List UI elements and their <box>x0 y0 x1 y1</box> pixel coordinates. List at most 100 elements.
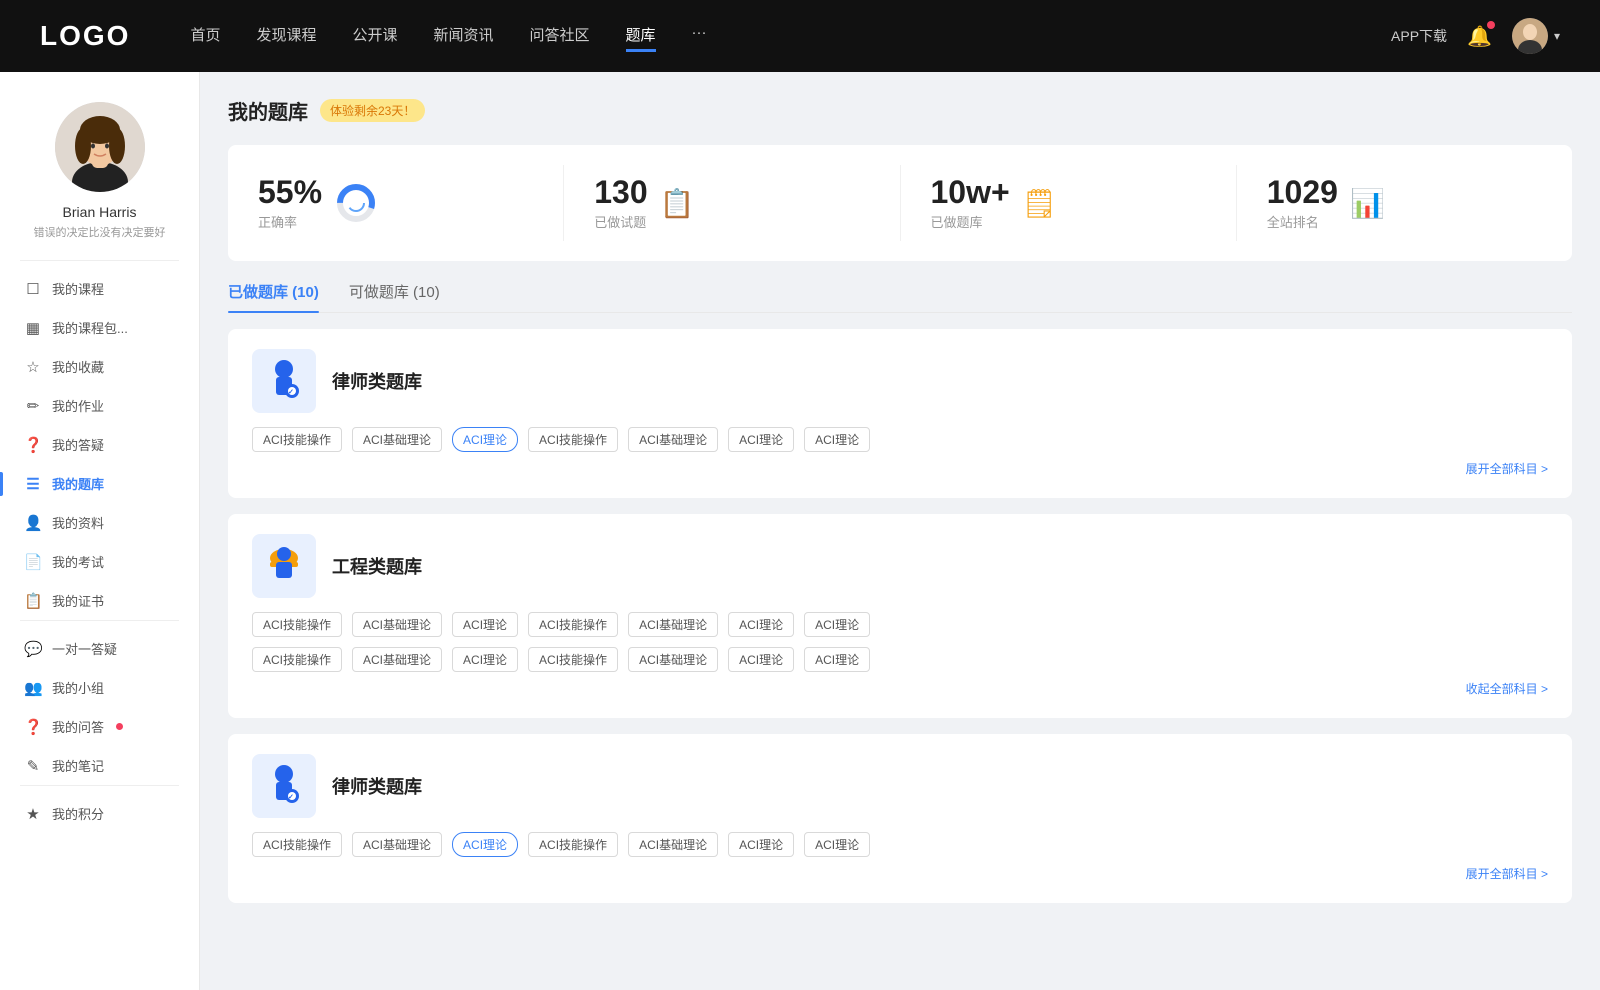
sidebar-item-notes[interactable]: ✎ 我的笔记 <box>0 746 199 785</box>
tag[interactable]: ACI基础理论 <box>628 427 718 452</box>
sidebar-item-homework[interactable]: ✏ 我的作业 <box>0 386 199 425</box>
sidebar-item-label: 一对一答疑 <box>52 639 117 658</box>
tag[interactable]: ACI技能操作 <box>528 612 618 637</box>
sidebar-item-label: 我的课程 <box>52 279 104 298</box>
nav-link-news[interactable]: 新闻资讯 <box>434 20 494 52</box>
nav-link-discover[interactable]: 发现课程 <box>256 20 316 52</box>
stat-accuracy-label: 正确率 <box>258 212 322 231</box>
tag[interactable]: ACI理论 <box>728 647 794 672</box>
tag-active[interactable]: ACI理论 <box>452 832 518 857</box>
stat-done-banks-text: 10w+ 已做题库 <box>931 175 1010 231</box>
expand-link-lawyer-1[interactable]: 展开全部科目 > <box>1466 462 1548 476</box>
sidebar-item-qa-answers[interactable]: ❓ 我的答疑 <box>0 425 199 464</box>
sidebar-item-label: 我的资料 <box>52 513 104 532</box>
stat-done-questions-value: 130 <box>594 175 647 210</box>
stat-done-banks-value: 10w+ <box>931 175 1010 210</box>
tag[interactable]: ACI技能操作 <box>252 427 342 452</box>
nav-link-questionbank[interactable]: 题库 <box>626 20 656 52</box>
tab-done-banks[interactable]: 已做题库 (10) <box>228 281 319 312</box>
sidebar-item-my-courses[interactable]: ☐ 我的课程 <box>0 269 199 308</box>
sidebar-item-points[interactable]: ★ 我的积分 <box>0 794 199 833</box>
user-avatar-menu[interactable]: ▾ <box>1512 18 1560 54</box>
tag[interactable]: ACI基础理论 <box>628 612 718 637</box>
sidebar-item-certificate[interactable]: 📋 我的证书 <box>0 581 199 620</box>
tag[interactable]: ACI理论 <box>452 647 518 672</box>
stat-rank-text: 1029 全站排名 <box>1267 175 1338 231</box>
tag[interactable]: ACI理论 <box>452 612 518 637</box>
tag[interactable]: ACI技能操作 <box>528 647 618 672</box>
nav-right: APP下载 🔔 ▾ <box>1391 18 1560 54</box>
nav-link-opencourse[interactable]: 公开课 <box>352 20 397 52</box>
tag-active[interactable]: ACI理论 <box>452 427 518 452</box>
tag[interactable]: ACI基础理论 <box>352 832 442 857</box>
sidebar-item-label: 我的证书 <box>52 591 104 610</box>
qbank-tags-engineer-row1: ACI技能操作 ACI基础理论 ACI理论 ACI技能操作 ACI基础理论 AC… <box>252 612 1548 637</box>
tag[interactable]: ACI技能操作 <box>252 832 342 857</box>
star-icon: ☆ <box>24 358 42 376</box>
tag[interactable]: ACI理论 <box>804 612 870 637</box>
collapse-link-engineer[interactable]: 收起全部科目 > <box>1466 682 1548 696</box>
qbank-icon-lawyer-1: ✓ <box>252 349 316 413</box>
sidebar-item-label: 我的题库 <box>52 474 104 493</box>
tag[interactable]: ACI理论 <box>804 427 870 452</box>
qbank-footer-lawyer-2: 展开全部科目 > <box>252 865 1548 883</box>
sidebar-item-groups[interactable]: 👥 我的小组 <box>0 668 199 707</box>
sidebar-item-course-package[interactable]: ▦ 我的课程包... <box>0 308 199 347</box>
sidebar-item-profile[interactable]: 👤 我的资料 <box>0 503 199 542</box>
tag[interactable]: ACI技能操作 <box>528 427 618 452</box>
tag[interactable]: ACI基础理论 <box>628 832 718 857</box>
notification-bell[interactable]: 🔔 <box>1467 24 1492 49</box>
nav-link-home[interactable]: 首页 <box>190 20 220 52</box>
qbank-icon-lawyer-2: ✓ <box>252 754 316 818</box>
list-icon: 🗒 <box>1022 187 1058 220</box>
qa-icon: ❓ <box>24 436 42 454</box>
tag[interactable]: ACI理论 <box>728 612 794 637</box>
tag[interactable]: ACI技能操作 <box>252 612 342 637</box>
qbank-title-lawyer-2: 律师类题库 <box>332 773 422 799</box>
navbar: LOGO 首页 发现课程 公开课 新闻资讯 问答社区 题库 ··· APP下载 … <box>0 0 1600 72</box>
tag[interactable]: ACI理论 <box>804 832 870 857</box>
bell-badge <box>1487 21 1495 29</box>
nav-link-qa[interactable]: 问答社区 <box>530 20 590 52</box>
sidebar-item-favorites[interactable]: ☆ 我的收藏 <box>0 347 199 386</box>
sidebar: Brian Harris 错误的决定比没有决定要好 ☐ 我的课程 ▦ 我的课程包… <box>0 72 200 990</box>
stat-done-questions-text: 130 已做试题 <box>594 175 647 231</box>
qbank-card-lawyer-1: ✓ 律师类题库 ACI技能操作 ACI基础理论 ACI理论 ACI技能操作 AC… <box>228 329 1572 498</box>
tag[interactable]: ACI技能操作 <box>252 647 342 672</box>
stat-done-questions: 130 已做试题 📋 <box>564 165 900 241</box>
svg-text:✓: ✓ <box>288 389 294 396</box>
sidebar-item-label: 我的收藏 <box>52 357 104 376</box>
nav-link-more[interactable]: ··· <box>692 20 707 52</box>
sidebar-item-exam[interactable]: 📄 我的考试 <box>0 542 199 581</box>
tag[interactable]: ACI理论 <box>804 647 870 672</box>
sidebar-item-questions[interactable]: ❓ 我的问答 <box>0 707 199 746</box>
tag[interactable]: ACI理论 <box>728 427 794 452</box>
questions-icon: ❓ <box>24 718 42 736</box>
svg-text:✓: ✓ <box>288 794 294 801</box>
app-download-button[interactable]: APP下载 <box>1391 26 1447 46</box>
expand-link-lawyer-2[interactable]: 展开全部科目 > <box>1466 867 1548 881</box>
sidebar-item-tutoring[interactable]: 💬 一对一答疑 <box>0 629 199 668</box>
stat-done-banks-label: 已做题库 <box>931 212 1010 231</box>
bar-chart-icon: 📊 <box>1350 187 1385 220</box>
sidebar-item-label: 我的笔记 <box>52 756 104 775</box>
sidebar-item-label: 我的小组 <box>52 678 104 697</box>
nav-links: 首页 发现课程 公开课 新闻资讯 问答社区 题库 ··· <box>190 20 1391 52</box>
tag[interactable]: ACI基础理论 <box>352 427 442 452</box>
qbank-title-lawyer-1: 律师类题库 <box>332 368 422 394</box>
qbank-icon: ☰ <box>24 475 42 493</box>
sidebar-avatar <box>55 102 145 192</box>
tab-available-banks[interactable]: 可做题库 (10) <box>349 281 440 312</box>
sidebar-item-question-bank[interactable]: ☰ 我的题库 <box>0 464 199 503</box>
sidebar-item-label: 我的课程包... <box>52 318 128 337</box>
tag[interactable]: ACI基础理论 <box>352 612 442 637</box>
tag[interactable]: ACI理论 <box>728 832 794 857</box>
chevron-down-icon: ▾ <box>1554 29 1560 43</box>
stat-rank-value: 1029 <box>1267 175 1338 210</box>
page-header: 我的题库 体验剩余23天！ <box>228 96 1572 125</box>
tag[interactable]: ACI基础理论 <box>352 647 442 672</box>
tag[interactable]: ACI技能操作 <box>528 832 618 857</box>
tutoring-icon: 💬 <box>24 640 42 658</box>
tag[interactable]: ACI基础理论 <box>628 647 718 672</box>
sidebar-item-label: 我的考试 <box>52 552 104 571</box>
